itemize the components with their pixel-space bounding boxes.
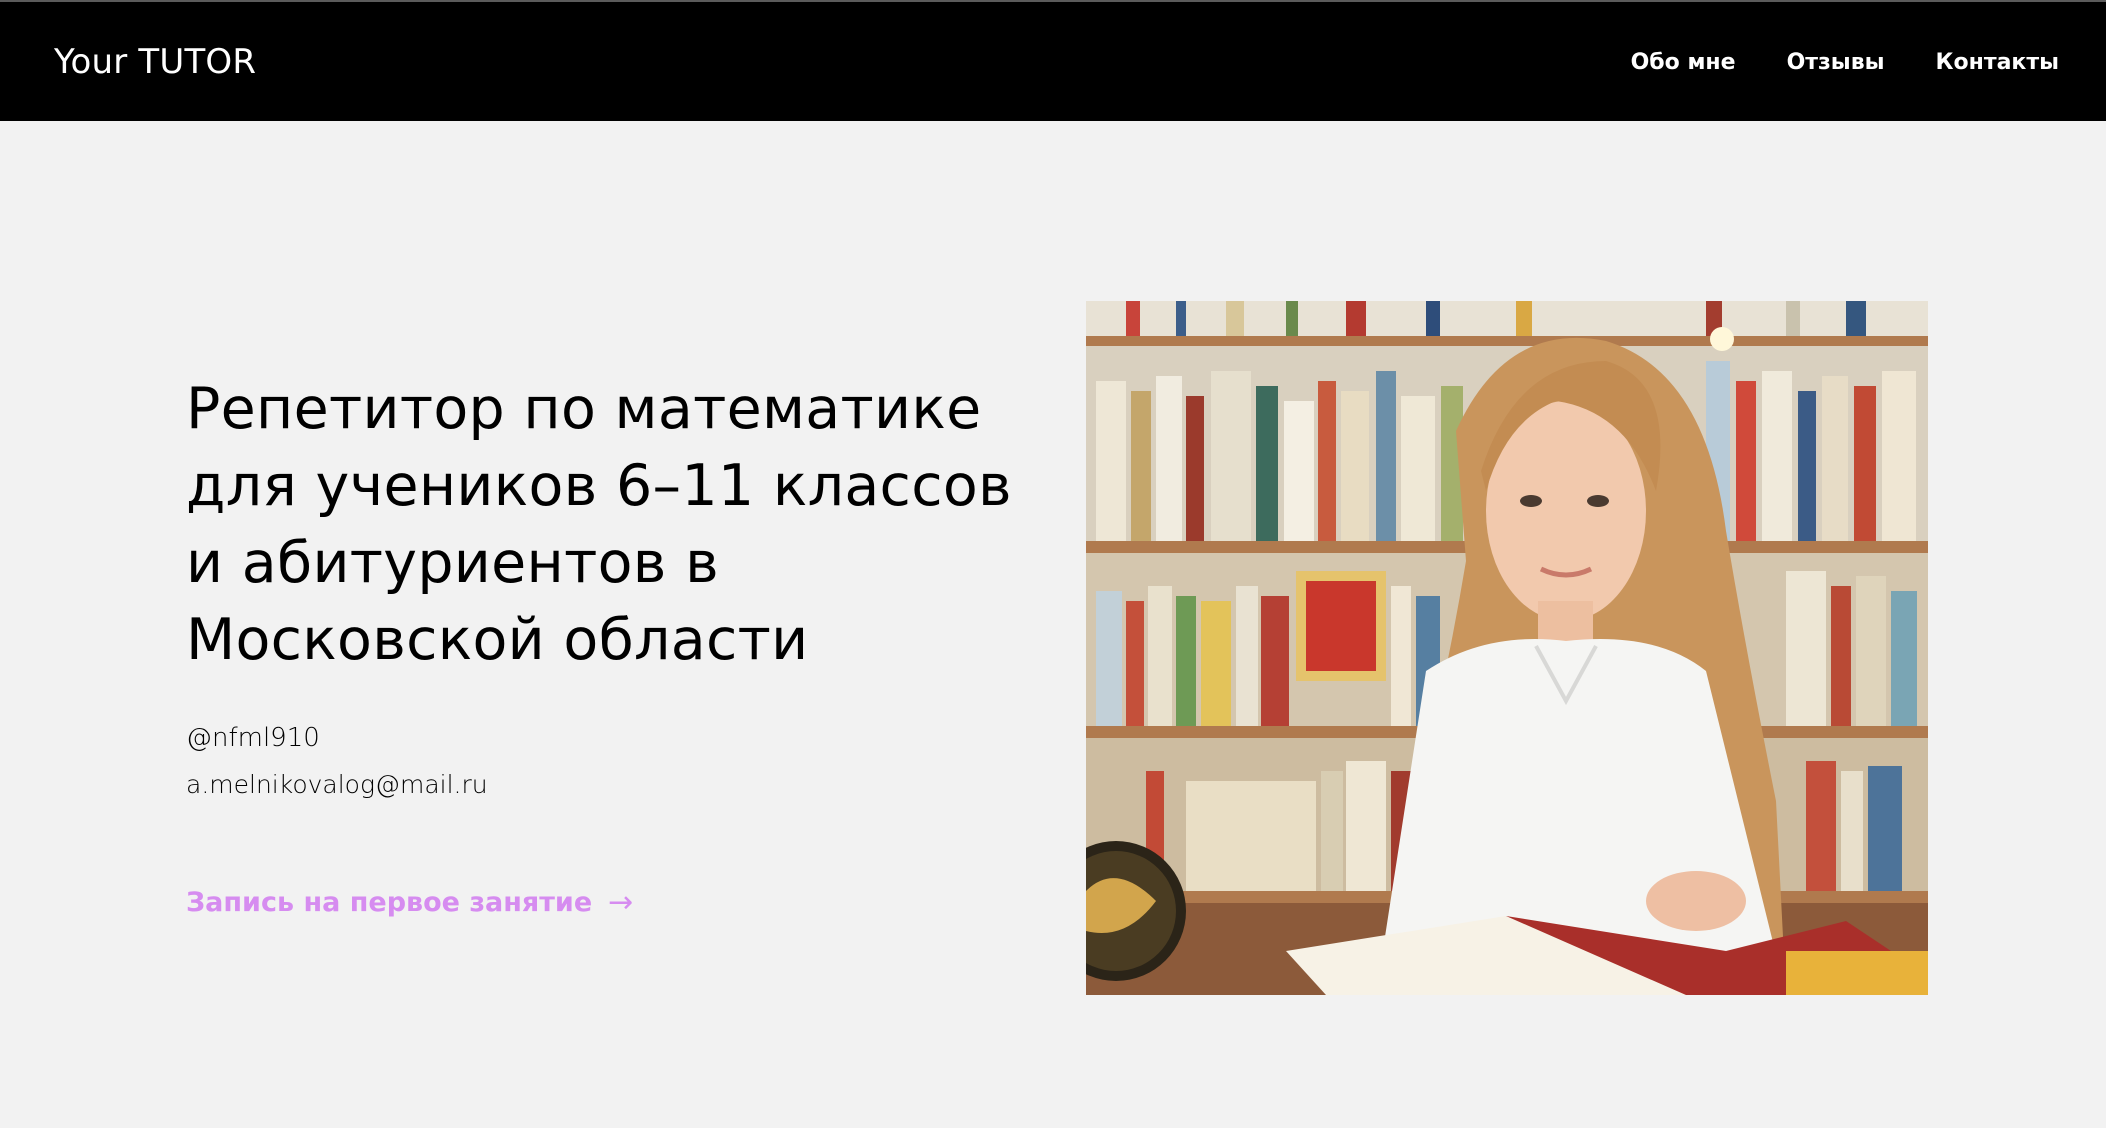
nav-contacts[interactable]: Контакты	[1936, 50, 2059, 75]
nav-about[interactable]: Обо мне	[1631, 50, 1736, 75]
email-address[interactable]: a.melnikovalog@mail.ru	[186, 770, 488, 799]
tutor-portrait-photo	[1086, 301, 1928, 995]
telegram-handle[interactable]: @nfml910	[186, 723, 320, 753]
signup-first-lesson-link[interactable]: Запись на первое занятие →	[186, 885, 633, 920]
site-header: Your TUTOR Обо мне Отзывы Контакты	[0, 0, 2106, 121]
arrow-right-icon: →	[608, 885, 634, 920]
hero-section: Репетитор по математике для учеников 6–1…	[0, 121, 2106, 1128]
cta-label: Запись на первое занятие	[186, 887, 593, 918]
nav-reviews[interactable]: Отзывы	[1787, 50, 1885, 75]
tutor-photo-illustration	[1086, 301, 1928, 995]
hero-headline: Репетитор по математике для учеников 6–1…	[186, 376, 1012, 673]
main-nav: Обо мне Отзывы Контакты	[1631, 50, 2059, 75]
brand-logo[interactable]: Your TUTOR	[54, 42, 256, 82]
